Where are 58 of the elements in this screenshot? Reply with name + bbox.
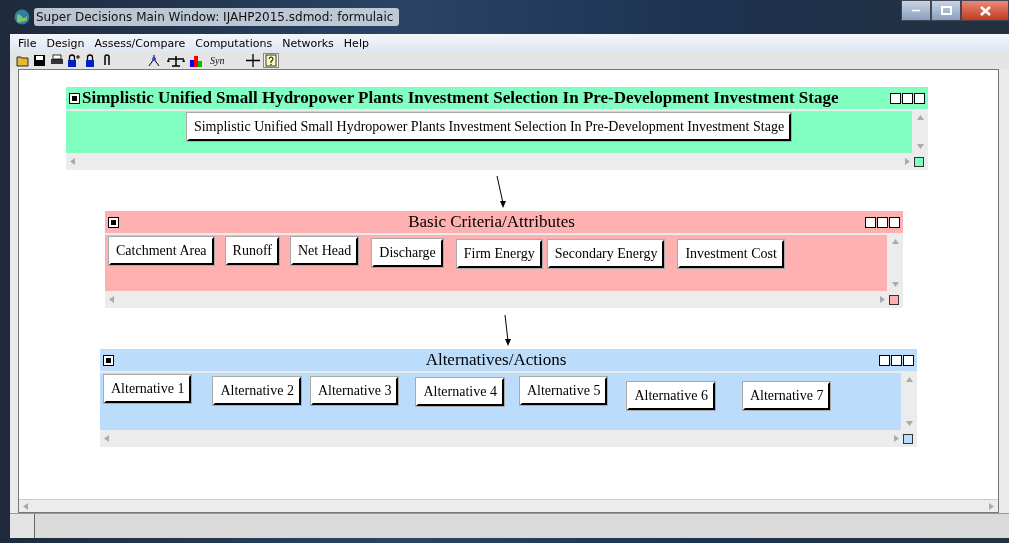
- connection-arrow: [496, 175, 506, 208]
- node-button[interactable]: Alternative 1: [104, 375, 192, 403]
- minimize-icon: [911, 9, 921, 12]
- node-button[interactable]: Firm Energy: [456, 240, 542, 268]
- scale-icon[interactable]: [166, 54, 186, 67]
- maximize-icon: [940, 6, 952, 15]
- window-title: Super Decisions Main Window: IJAHP2015.sdmod: formulaic: [34, 8, 400, 26]
- menu-item[interactable]: Assess/Compare: [94, 36, 186, 50]
- synthesize-icon[interactable]: Syn: [210, 55, 225, 66]
- print-icon[interactable]: [50, 54, 64, 67]
- menu-item[interactable]: Help: [343, 36, 369, 50]
- node-button[interactable]: Simplistic Unified Small Hydropower Plants Investment Selection In Pre-Development Investment Stage: [186, 113, 792, 141]
- close-icon[interactable]: [889, 216, 900, 228]
- system-menu-icon[interactable]: [108, 216, 119, 228]
- resize-square-icon[interactable]: [903, 433, 913, 444]
- node-button[interactable]: Net Head: [291, 237, 359, 265]
- menu-item[interactable]: Design: [46, 36, 85, 50]
- bar-chart-icon[interactable]: [189, 54, 203, 67]
- node-button[interactable]: Catchment Area: [109, 237, 214, 265]
- resize-square-icon[interactable]: [914, 156, 924, 167]
- save-icon[interactable]: [33, 54, 47, 67]
- help-icon[interactable]: [263, 53, 280, 68]
- close-button[interactable]: [961, 0, 1009, 21]
- node-button[interactable]: Alternative 7: [742, 382, 831, 410]
- close-icon[interactable]: [914, 92, 925, 104]
- menu-item[interactable]: Networks: [282, 36, 334, 50]
- node-button[interactable]: Alternative 3: [310, 377, 399, 405]
- menu-item[interactable]: Computations: [195, 36, 273, 50]
- node-button[interactable]: Alternative 6: [627, 382, 715, 410]
- node-button[interactable]: Investment Cost: [678, 240, 784, 268]
- close-icon: [979, 5, 991, 16]
- crosshair-icon[interactable]: [246, 54, 261, 67]
- cluster-title: Simplistic Unified Small Hydropower Plants Investment Selection In Pre-Development Investment Stage: [81, 88, 840, 108]
- node-button[interactable]: Runoff: [225, 237, 279, 265]
- maximize-icon[interactable]: [891, 354, 902, 366]
- system-menu-icon[interactable]: [103, 354, 114, 366]
- lock-plus-icon[interactable]: [67, 54, 81, 67]
- maximize-icon[interactable]: [877, 216, 888, 228]
- maximize-button[interactable]: [931, 0, 961, 21]
- minimize-icon[interactable]: [865, 216, 876, 228]
- cluster-title: Basic Criteria/Attributes: [407, 212, 576, 232]
- minimize-button[interactable]: [901, 0, 931, 21]
- folder-icon[interactable]: [16, 54, 30, 67]
- cluster-title: Alternatives/Actions: [424, 350, 568, 370]
- globe-icon: [14, 9, 30, 25]
- close-icon[interactable]: [903, 354, 914, 366]
- maximize-icon[interactable]: [902, 92, 913, 104]
- node-button[interactable]: Alternative 2: [213, 377, 301, 405]
- node-button[interactable]: Discharge: [372, 239, 443, 267]
- node-button[interactable]: Alternative 4: [416, 378, 504, 406]
- minimize-icon[interactable]: [879, 354, 890, 366]
- system-menu-icon[interactable]: [69, 92, 80, 104]
- menu-item[interactable]: File: [18, 36, 37, 50]
- node-button[interactable]: Alternative 5: [519, 377, 608, 405]
- minimize-icon[interactable]: [890, 92, 901, 104]
- resize-square-icon[interactable]: [889, 294, 899, 305]
- connection-arrow: [504, 314, 511, 346]
- node-button[interactable]: Secondary Energy: [547, 240, 665, 268]
